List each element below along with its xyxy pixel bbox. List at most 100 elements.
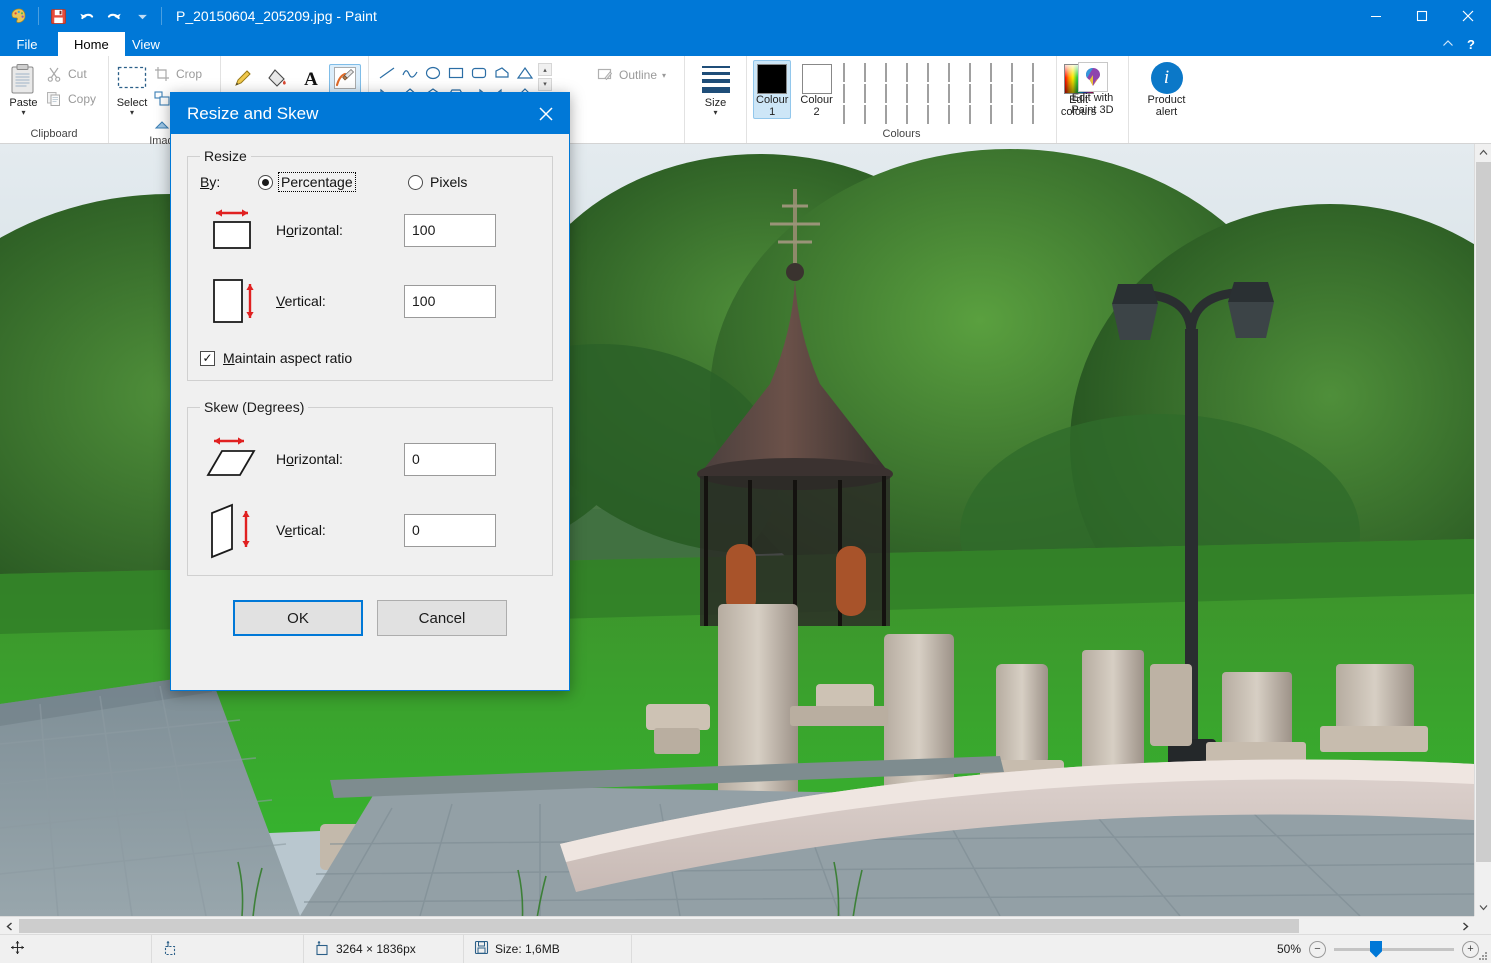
size-button[interactable]: Size ▾ <box>694 58 738 117</box>
image-size-icon <box>314 940 330 959</box>
dialog-close-button[interactable] <box>523 93 569 134</box>
chevron-down-icon[interactable] <box>129 3 155 29</box>
size-group-label <box>691 140 740 143</box>
shape-rounded-rectangle[interactable] <box>467 62 490 84</box>
scroll-up-icon[interactable] <box>1475 144 1491 161</box>
palette-swatch-2-10[interactable] <box>1031 84 1052 105</box>
horizontal-scroll-thumb[interactable] <box>19 919 1299 933</box>
palette-swatch-1-6[interactable] <box>947 63 968 84</box>
vertical-scroll-thumb[interactable] <box>1476 162 1491 862</box>
cancel-button[interactable]: Cancel <box>377 600 507 636</box>
colour-1-button[interactable]: Colour 1 <box>753 60 791 119</box>
radio-percentage[interactable]: Percentage <box>258 174 408 190</box>
palette-swatch-3-10[interactable] <box>1031 105 1052 126</box>
save-icon[interactable] <box>45 3 71 29</box>
palette-swatch-3-1[interactable] <box>842 105 863 126</box>
scroll-down-icon[interactable] <box>1475 899 1491 916</box>
paint-palette-icon[interactable] <box>6 3 32 29</box>
crop-button[interactable]: Crop <box>151 63 219 85</box>
palette-swatch-1-8[interactable] <box>989 63 1010 84</box>
chevron-up-icon[interactable] <box>1435 32 1461 56</box>
palette-swatch-3-3[interactable] <box>884 105 905 126</box>
palette-swatch-2-5[interactable] <box>926 84 947 105</box>
edit-with-paint3d-button[interactable]: Edit with Paint 3D <box>1063 58 1122 117</box>
cut-button[interactable]: Cut <box>43 63 102 85</box>
palette-swatch-1-9[interactable] <box>1010 63 1031 84</box>
resize-horizontal-input[interactable] <box>404 214 496 247</box>
resize-grip-icon[interactable] <box>1478 950 1488 960</box>
select-caret-icon[interactable]: ▾ <box>130 109 134 117</box>
palette-swatch-2-9[interactable] <box>1010 84 1031 105</box>
palette-swatch-1-1[interactable] <box>842 63 863 84</box>
shape-line[interactable] <box>375 62 398 84</box>
help-button[interactable]: ? <box>1461 34 1481 54</box>
palette-swatch-2-6[interactable] <box>947 84 968 105</box>
maintain-aspect-ratio-checkbox[interactable]: ✓ <box>200 351 215 366</box>
zoom-slider[interactable] <box>1334 941 1454 958</box>
zoom-slider-thumb[interactable] <box>1370 941 1382 958</box>
palette-swatch-3-9[interactable] <box>1010 105 1031 126</box>
shapes-scroll-up-icon[interactable]: ▴ <box>538 63 552 76</box>
select-button[interactable]: Select ▾ <box>115 58 149 117</box>
paste-caret-icon[interactable]: ▾ <box>21 109 25 117</box>
palette-swatch-2-2[interactable] <box>863 84 884 105</box>
shapes-scroll-down-icon[interactable]: ▾ <box>538 78 552 91</box>
palette-swatch-3-7[interactable] <box>968 105 989 126</box>
horizontal-scrollbar[interactable] <box>0 916 1474 934</box>
palette-swatch-2-4[interactable] <box>905 84 926 105</box>
tab-file[interactable]: File <box>0 32 54 56</box>
copy-button[interactable]: Copy <box>43 88 102 110</box>
tab-home[interactable]: Home <box>58 32 125 56</box>
crop-label: Crop <box>176 67 202 81</box>
maintain-aspect-ratio-row[interactable]: ✓ Maintain aspect ratio <box>200 350 540 366</box>
palette-swatch-1-10[interactable] <box>1031 63 1052 84</box>
palette-swatch-1-3[interactable] <box>884 63 905 84</box>
outline-button[interactable]: Outline ▾ <box>594 64 672 86</box>
zoom-out-button[interactable]: − <box>1309 941 1326 958</box>
ok-button[interactable]: OK <box>233 600 363 636</box>
scroll-right-icon[interactable] <box>1456 917 1474 934</box>
skew-horizontal-input[interactable] <box>404 443 496 476</box>
outline-caret-icon[interactable]: ▾ <box>662 71 666 80</box>
shape-triangle[interactable] <box>513 62 536 84</box>
redo-icon[interactable] <box>101 3 127 29</box>
scroll-left-icon[interactable] <box>0 917 18 934</box>
resize-vertical-row: Vertical: <box>200 270 540 332</box>
crosshair-position-icon <box>10 940 25 958</box>
palette-swatch-2-1[interactable] <box>842 84 863 105</box>
product-alert-button[interactable]: i Product alert <box>1135 58 1198 119</box>
resize-vertical-input[interactable] <box>404 285 496 318</box>
palette-swatch-3-5[interactable] <box>926 105 947 126</box>
palette-swatch-3-8[interactable] <box>989 105 1010 126</box>
palette-swatch-2-7[interactable] <box>968 84 989 105</box>
vertical-scrollbar[interactable] <box>1474 144 1491 916</box>
palette-swatch-3-4[interactable] <box>905 105 926 126</box>
colour-2-button[interactable]: Colour 2 <box>797 60 835 119</box>
palette-swatch-2-3[interactable] <box>884 84 905 105</box>
close-button[interactable] <box>1445 0 1491 32</box>
skew-vertical-input[interactable] <box>404 514 496 547</box>
palette-swatch-1-4[interactable] <box>905 63 926 84</box>
palette-swatch-1-5[interactable] <box>926 63 947 84</box>
shape-polygon[interactable] <box>490 62 513 84</box>
shape-rectangle[interactable] <box>444 62 467 84</box>
undo-icon[interactable] <box>73 3 99 29</box>
radio-pixels[interactable]: Pixels <box>408 174 467 190</box>
shape-oval[interactable] <box>421 62 444 84</box>
swatch-colour <box>927 105 929 124</box>
paste-button[interactable]: Paste ▾ <box>6 58 41 117</box>
palette-swatch-1-7[interactable] <box>968 63 989 84</box>
maximize-button[interactable] <box>1399 0 1445 32</box>
palette-swatch-3-2[interactable] <box>863 105 884 126</box>
shape-curve[interactable] <box>398 62 421 84</box>
palette-swatch-2-8[interactable] <box>989 84 1010 105</box>
minimize-button[interactable] <box>1353 0 1399 32</box>
palette-swatch-1-2[interactable] <box>863 63 884 84</box>
swatch-colour <box>1032 105 1034 124</box>
tab-view[interactable]: View <box>116 32 176 56</box>
size-caret-icon[interactable]: ▾ <box>713 109 717 117</box>
colour-palette[interactable] <box>842 60 1052 126</box>
zoom-in-button[interactable]: + <box>1462 941 1479 958</box>
outline-fill-group-label <box>594 140 678 143</box>
palette-swatch-3-6[interactable] <box>947 105 968 126</box>
